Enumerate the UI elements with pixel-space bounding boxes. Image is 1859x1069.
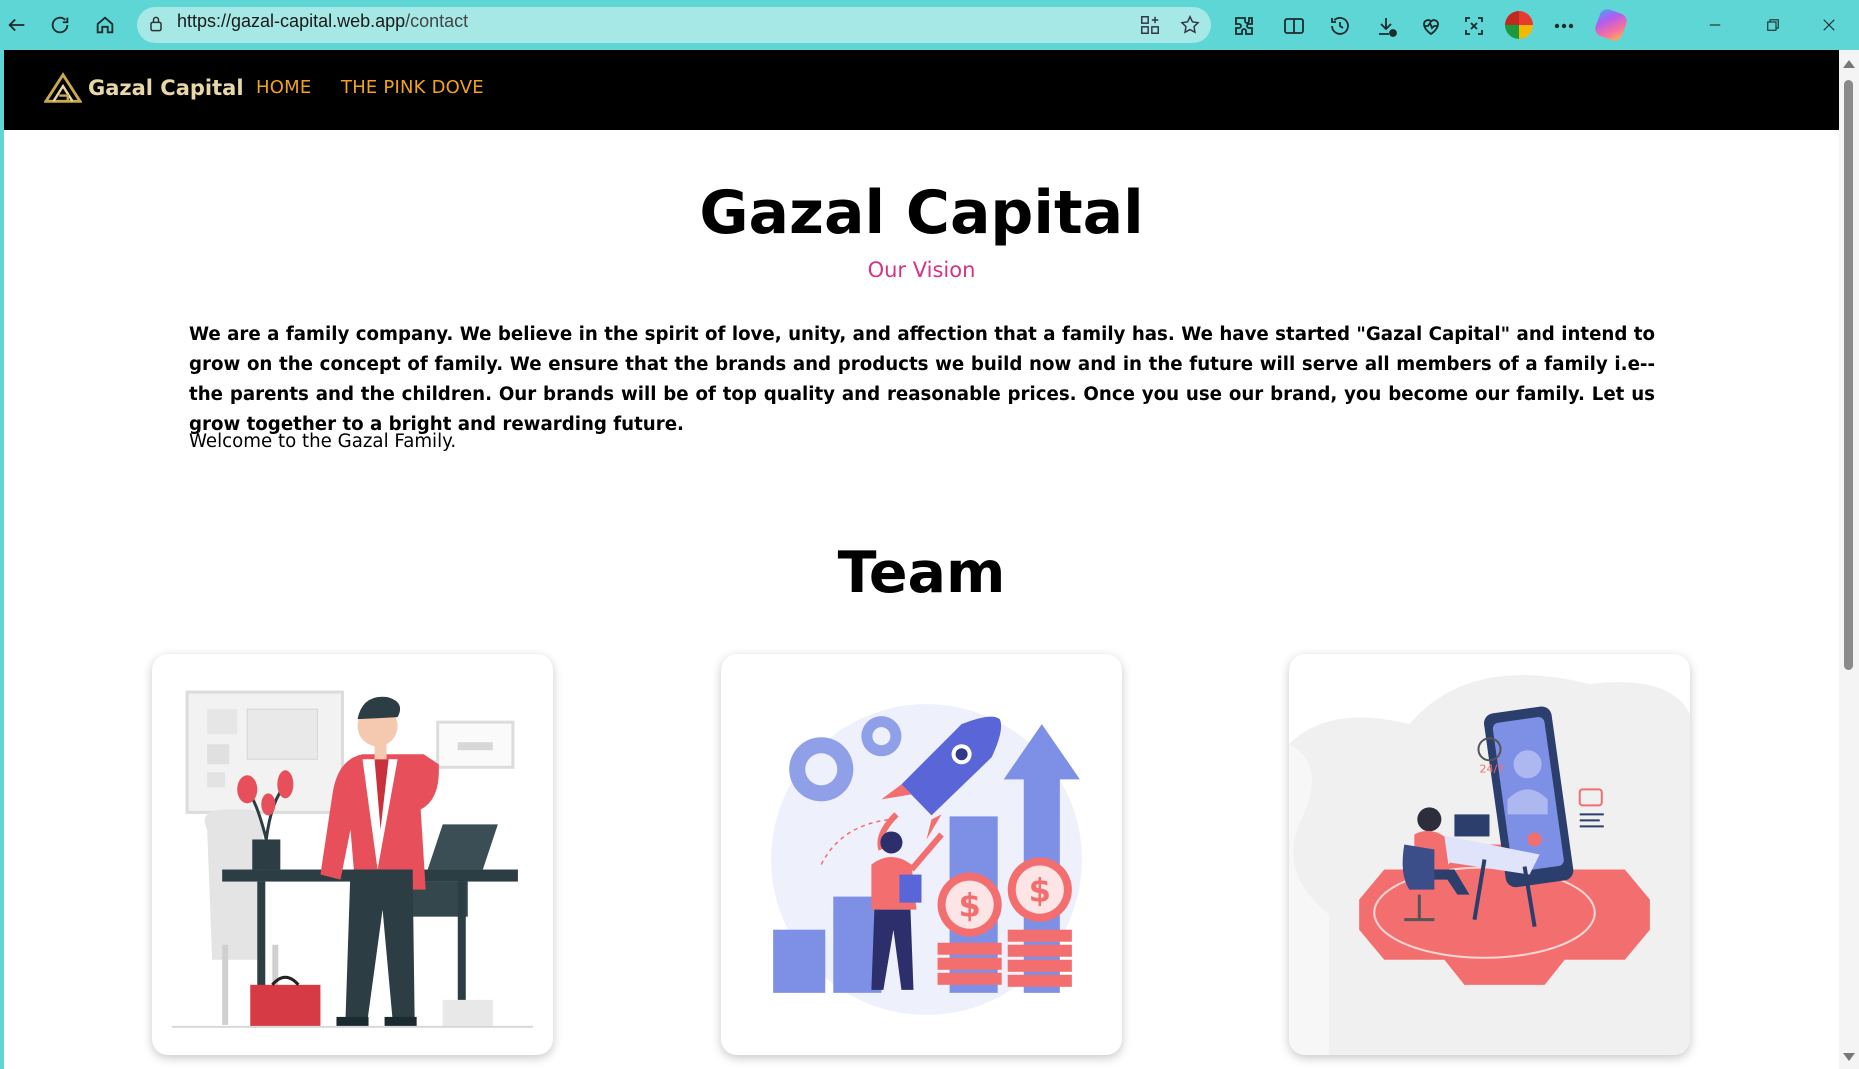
url-text[interactable]: https://gazal-capital.web.app/contact (177, 11, 468, 32)
screenshot-icon[interactable] (1460, 12, 1488, 40)
scrollbar-thumb[interactable] (1844, 80, 1853, 670)
home-icon[interactable] (88, 8, 122, 42)
restore-icon[interactable] (1756, 10, 1790, 40)
url-path: /contact (405, 11, 469, 31)
svg-text:$: $ (958, 887, 980, 925)
close-icon[interactable] (1812, 10, 1846, 40)
brand[interactable]: Gazal Capital (44, 72, 244, 104)
browser-toolbar: https://gazal-capital.web.app/contact (0, 0, 1859, 50)
split-screen-icon[interactable] (1280, 12, 1308, 40)
team-card-1[interactable] (152, 654, 553, 1055)
svg-text:24/7: 24/7 (1479, 762, 1504, 775)
page-scrollbar[interactable] (1839, 50, 1859, 1069)
page-title: Gazal Capital (699, 178, 1144, 248)
svg-text:$: $ (1029, 872, 1051, 910)
history-icon[interactable] (1326, 12, 1354, 40)
vision-paragraph: We are a family company. We believe in t… (189, 324, 1655, 435)
team-card-3[interactable]: 24/7 (1289, 654, 1690, 1055)
site-info-icon[interactable] (146, 14, 166, 34)
favorite-star-icon[interactable] (1177, 12, 1203, 38)
brand-logo-icon (44, 72, 82, 103)
team-card-2[interactable]: $ $ (721, 654, 1122, 1055)
page-subtitle: Our Vision (867, 258, 976, 282)
team-heading: Team (837, 540, 1006, 606)
copilot-icon[interactable] (1593, 7, 1629, 43)
downloads-icon[interactable] (1372, 12, 1400, 40)
minimize-icon[interactable] (1698, 10, 1732, 40)
rocket-growth-illustration-icon: $ $ (771, 704, 1082, 1015)
brand-name: Gazal Capital (88, 76, 244, 100)
customer-support-illustration-icon: 24/7 (1289, 675, 1690, 1055)
profile-avatar[interactable] (1505, 11, 1533, 39)
navbar: Gazal Capital HOME THE PINK DOVE (4, 50, 1839, 130)
extensions-icon[interactable] (1230, 12, 1258, 40)
nav-link-home[interactable]: HOME (256, 77, 311, 98)
welcome-text: Welcome to the Gazal Family. (189, 431, 457, 452)
refresh-icon[interactable] (43, 8, 77, 42)
health-icon[interactable] (1417, 12, 1445, 40)
scroll-down-icon[interactable] (1843, 1053, 1855, 1061)
scroll-up-icon[interactable] (1843, 60, 1855, 68)
page-viewport: Gazal Capital HOME THE PINK DOVE Gazal C… (4, 50, 1839, 1069)
app-available-icon[interactable] (1137, 12, 1163, 38)
more-options-icon[interactable] (1550, 12, 1578, 40)
businessman-illustration-icon (172, 690, 533, 1028)
url-domain: https://gazal-capital.web.app (177, 11, 406, 31)
nav-link-the-pink-dove[interactable]: THE PINK DOVE (341, 77, 484, 98)
back-icon[interactable] (0, 8, 34, 42)
